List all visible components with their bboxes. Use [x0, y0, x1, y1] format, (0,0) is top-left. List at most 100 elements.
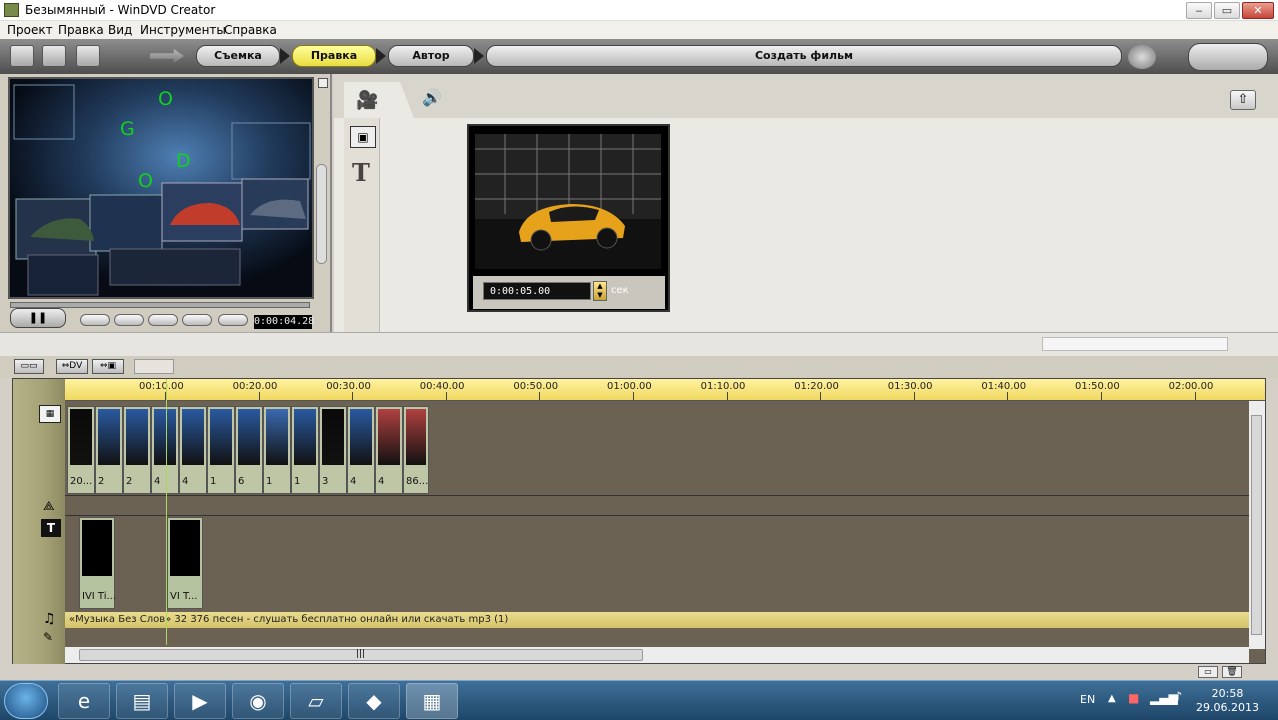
duration-row: 0:00:05.00 ▲ ▼ сек: [473, 276, 665, 309]
transition-track-icon[interactable]: ⟁: [43, 499, 55, 514]
video-clip-thumbnail: [350, 409, 372, 465]
scroll-grip: |||: [356, 649, 366, 659]
video-clip[interactable]: 1: [263, 406, 291, 494]
title-clip[interactable]: IVI Ti...: [79, 517, 116, 609]
title-clip[interactable]: VI T...: [167, 517, 203, 609]
save-project-icon[interactable]: [76, 45, 100, 67]
video-clip-label: 2: [98, 476, 105, 487]
fit-view-icon[interactable]: ▭: [1198, 666, 1218, 678]
tab-video[interactable]: 🎥: [344, 82, 414, 118]
voice-track-icon[interactable]: ✎: [43, 630, 53, 644]
step-capture-button[interactable]: Съемка: [196, 45, 280, 67]
video-clip-thumbnail: [154, 409, 176, 465]
editor-pane: 🎥 🔊 ⇧ ▣ T 0:00:05.00 ▲ ▼ сек: [334, 74, 1278, 332]
new-project-icon[interactable]: [10, 45, 34, 67]
status-strip: [0, 332, 1278, 356]
menu-help[interactable]: Справка: [224, 23, 277, 37]
volume-slider[interactable]: [316, 164, 327, 264]
windvd-creator-taskbar-icon[interactable]: ▦: [406, 683, 458, 719]
start-button[interactable]: [4, 683, 48, 719]
playhead-line[interactable]: [166, 379, 167, 645]
export-file-button[interactable]: ⇔▣: [92, 359, 124, 374]
track-divider: [65, 515, 1249, 516]
detach-preview-icon[interactable]: [318, 78, 328, 88]
video-track-icon[interactable]: ▦: [39, 405, 61, 423]
vertical-scrollbar[interactable]: [1249, 401, 1265, 649]
video-clip-thumbnail: [266, 409, 288, 465]
video-clip[interactable]: 1: [207, 406, 235, 494]
vertical-scroll-thumb[interactable]: [1251, 415, 1262, 635]
video-clip[interactable]: 86...: [403, 406, 429, 494]
video-clip-label: 1: [266, 476, 273, 487]
text-title-icon[interactable]: T: [352, 158, 370, 187]
snapshot-button[interactable]: [218, 314, 248, 326]
settings-tool-icon[interactable]: [1188, 43, 1268, 71]
preview-video: O G D O: [8, 77, 314, 299]
create-movie-button[interactable]: Создать фильм: [486, 45, 1122, 67]
duration-input[interactable]: 0:00:05.00: [483, 282, 591, 300]
video-clip[interactable]: 4: [347, 406, 375, 494]
video-clip[interactable]: 6: [235, 406, 263, 494]
prev-frame-button[interactable]: [114, 314, 144, 326]
video-clip-thumbnail: [378, 409, 400, 465]
music-track-icon[interactable]: ♫: [43, 611, 56, 627]
video-clip[interactable]: 1: [291, 406, 319, 494]
maximize-button[interactable]: ▭: [1214, 2, 1240, 19]
minimize-button[interactable]: ‒: [1186, 2, 1212, 19]
title-clip-thumbnail: [82, 520, 112, 576]
app-icon-2[interactable]: ◆: [348, 683, 400, 719]
step-edit-button[interactable]: Правка: [292, 45, 376, 67]
disc-icon[interactable]: [1128, 45, 1156, 69]
music-clip[interactable]: «Музыка Без Слов» 32 376 песен - слушать…: [65, 612, 1249, 628]
storyboard-toggle-icon[interactable]: ▭▭: [14, 359, 44, 374]
menu-bar: Проект Правка Вид Инструменты Справка: [0, 21, 1278, 39]
internet-explorer-icon[interactable]: e: [58, 683, 110, 719]
tray-app-icon[interactable]: ■: [1128, 691, 1139, 705]
menu-tools[interactable]: Инструменты: [140, 23, 226, 37]
clock[interactable]: 20:58 29.06.2013: [1196, 687, 1259, 715]
media-player-icon[interactable]: ▶: [174, 683, 226, 719]
video-clip-thumbnail: [238, 409, 260, 465]
file-explorer-icon[interactable]: ▤: [116, 683, 168, 719]
horizontal-scroll-thumb[interactable]: |||: [79, 649, 643, 661]
export-dv-button[interactable]: ⇔DV: [56, 359, 88, 374]
menu-edit[interactable]: Правка: [58, 23, 104, 37]
video-clip[interactable]: 4: [375, 406, 403, 494]
effects-icon[interactable]: ▣: [350, 126, 376, 148]
video-clip[interactable]: 3: [319, 406, 347, 494]
volume-icon[interactable]: ♪: [1174, 690, 1182, 705]
open-project-icon[interactable]: [42, 45, 66, 67]
chrome-icon[interactable]: ◉: [232, 683, 284, 719]
language-indicator[interactable]: EN: [1080, 693, 1095, 706]
video-clip-thumbnail: [294, 409, 316, 465]
zoom-field[interactable]: [134, 359, 174, 374]
close-button[interactable]: ✕: [1242, 2, 1274, 19]
step-author-button[interactable]: Автор: [388, 45, 474, 67]
app-icon-1[interactable]: ▱: [290, 683, 342, 719]
fast-forward-button[interactable]: [182, 314, 212, 326]
trash-icon[interactable]: 🗑: [1222, 666, 1242, 678]
tray-expand-icon[interactable]: ▲: [1108, 693, 1116, 704]
rewind-button[interactable]: [80, 314, 110, 326]
title-track-icon[interactable]: T: [41, 519, 61, 537]
horizontal-scrollbar[interactable]: |||: [65, 647, 1249, 663]
pause-button[interactable]: ❚❚: [10, 308, 66, 328]
go-up-icon[interactable]: ⇧: [1230, 90, 1256, 110]
step-arrow-icon: [280, 48, 290, 64]
video-clip[interactable]: 4: [179, 406, 207, 494]
title-clip-thumbnail: [170, 520, 200, 576]
video-clip[interactable]: 20...: [67, 406, 95, 494]
workflow-toolbar: Съемка Правка Автор Создать фильм: [0, 39, 1278, 74]
menu-view[interactable]: Вид: [108, 23, 132, 37]
tab-audio-speaker-icon[interactable]: 🔊: [422, 88, 442, 107]
video-clip[interactable]: 2: [123, 406, 151, 494]
video-clip-label: 6: [238, 476, 245, 487]
video-clip[interactable]: 2: [95, 406, 123, 494]
video-clip-thumbnail: [126, 409, 148, 465]
preview-image: O G D O: [10, 79, 312, 297]
video-clip[interactable]: 4: [151, 406, 179, 494]
next-frame-button[interactable]: [148, 314, 178, 326]
menu-project[interactable]: Проект: [7, 23, 53, 37]
duration-spinner[interactable]: ▲ ▼: [593, 281, 607, 301]
video-clip-label: 2: [126, 476, 133, 487]
